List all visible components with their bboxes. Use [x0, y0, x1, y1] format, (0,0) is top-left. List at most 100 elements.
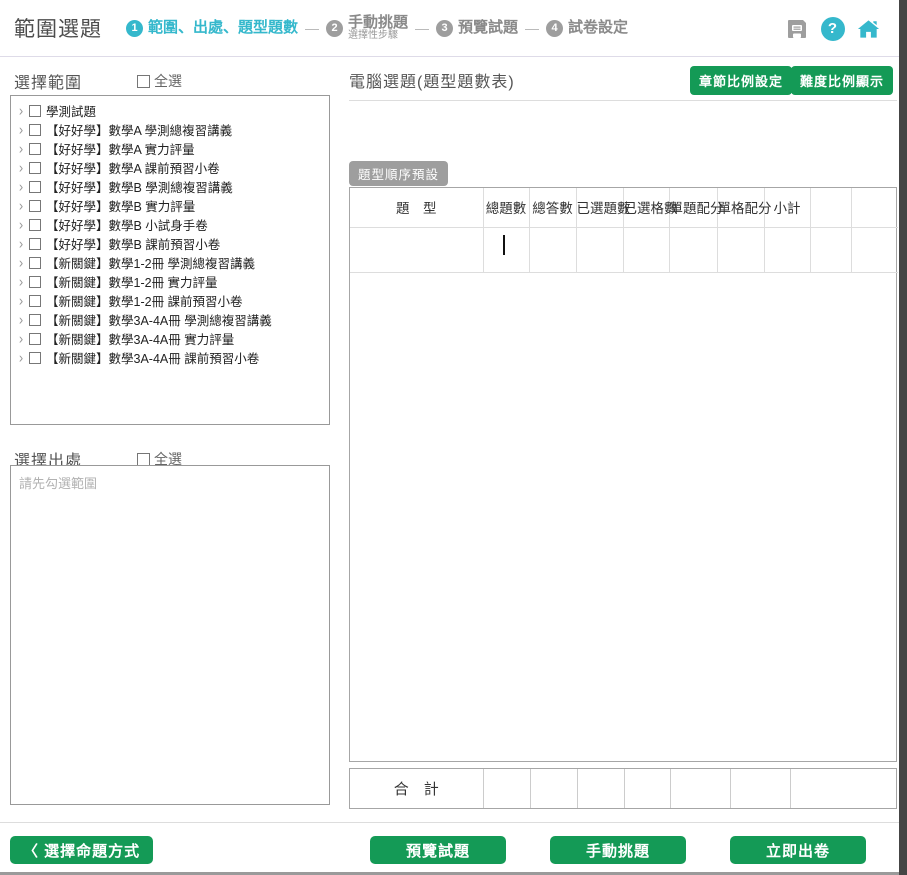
tree-item-label: 【新關鍵】數學1-2冊 實力評量: [46, 272, 218, 291]
source-select-all-checkbox[interactable]: [137, 453, 150, 466]
tree-expand-icon[interactable]: ›: [15, 121, 27, 138]
tree-expand-icon[interactable]: ›: [15, 140, 27, 157]
step-sublabel: 選擇性步驟: [348, 31, 408, 42]
tree-item-checkbox[interactable]: [29, 295, 41, 307]
tree-expand-icon[interactable]: ›: [15, 349, 27, 366]
tree-item-checkbox[interactable]: [29, 257, 41, 269]
step-item-4[interactable]: 4試卷設定: [546, 20, 628, 37]
tree-item[interactable]: › 【好好學】數學B 課前預習小卷: [11, 234, 329, 253]
range-title: 選擇範圍: [14, 69, 82, 93]
chapter-ratio-button[interactable]: 章節比例設定: [690, 66, 792, 95]
tree-item[interactable]: ›【新關鍵】數學3A-4A冊 課前預習小卷: [11, 348, 329, 367]
total-value-cell: [730, 769, 790, 808]
tree-expand-icon[interactable]: ›: [15, 273, 27, 290]
save-icon[interactable]: [784, 16, 809, 41]
preview-questions-button[interactable]: 預覽試題: [370, 836, 506, 864]
total-value-cell: [483, 769, 530, 808]
step-dash: —: [305, 20, 319, 36]
tree-item[interactable]: › 【新關鍵】數學1-2冊 課前預習小卷: [11, 291, 329, 310]
total-value-cell: [670, 769, 730, 808]
tree-expand-icon[interactable]: ›: [15, 197, 27, 214]
tree-expand-icon[interactable]: ›: [15, 254, 27, 271]
qtable-cell[interactable]: [529, 227, 576, 272]
window-scrollbar[interactable]: [899, 0, 907, 875]
tree-item-label: 【好好學】數學B 課前預習小卷: [46, 234, 220, 253]
qtable-cell[interactable]: [810, 227, 851, 272]
tree-expand-icon[interactable]: ›: [15, 102, 27, 119]
total-value-cell: [624, 769, 670, 808]
tree-expand-icon[interactable]: ›: [15, 178, 27, 195]
qtable-cell[interactable]: [576, 227, 623, 272]
tree-expand-icon[interactable]: ›: [15, 311, 27, 328]
step-item-3[interactable]: 3 預覽試題: [436, 20, 518, 37]
footer-bar: 〈 選擇命題方式 預覽試題 手動挑題 立即出卷: [0, 822, 899, 872]
home-icon[interactable]: [856, 16, 881, 41]
total-label-cell: 合 計: [350, 769, 483, 808]
qtable-cell[interactable]: [717, 227, 764, 272]
step-number-badge: 4: [546, 20, 563, 37]
range-select-all-checkbox[interactable]: [137, 75, 150, 88]
total-row-table: 合 計: [349, 768, 897, 809]
tree-item-checkbox[interactable]: [29, 162, 41, 174]
tree-item[interactable]: ›【新關鍵】數學1-2冊 學測總複習講義: [11, 253, 329, 272]
tree-item-checkbox[interactable]: [29, 219, 41, 231]
tree-item[interactable]: › 【新關鍵】數學1-2冊 實力評量: [11, 272, 329, 291]
tree-item-checkbox[interactable]: [29, 181, 41, 193]
step-dash: —: [415, 20, 429, 36]
qtable-cell[interactable]: [483, 227, 529, 272]
qtable-cell[interactable]: [851, 227, 898, 272]
total-row: 合 計: [350, 769, 896, 808]
tree-expand-icon[interactable]: ›: [15, 159, 27, 176]
step-number-badge: 1: [126, 20, 143, 37]
tree-item-label: 學測試題: [46, 101, 96, 120]
tree-item[interactable]: ›【新關鍵】數學3A-4A冊 實力評量: [11, 329, 329, 348]
tree-item-checkbox[interactable]: [29, 105, 41, 117]
tree-item-checkbox[interactable]: [29, 276, 41, 288]
generate-exam-button[interactable]: 立即出卷: [730, 836, 866, 864]
step-number-badge: 3: [436, 20, 453, 37]
tree-expand-icon[interactable]: ›: [15, 235, 27, 252]
tree-item[interactable]: ›【好好學】數學A 學測總複習講義: [11, 120, 329, 139]
qtable-body: [350, 227, 898, 272]
qtable-data-row: [350, 227, 898, 272]
tree-expand-icon[interactable]: ›: [15, 330, 27, 347]
source-list-box: 請先勾選範圍: [10, 465, 330, 805]
qtable-cell[interactable]: [623, 227, 669, 272]
order-preset-button[interactable]: 題型順序預設: [349, 161, 448, 186]
tree-item-checkbox[interactable]: [29, 124, 41, 136]
range-select-all[interactable]: 全選: [137, 71, 182, 91]
tree-item[interactable]: ›【好好學】數學A 課前預習小卷: [11, 158, 329, 177]
difficulty-ratio-button[interactable]: 難度比例顯示: [791, 66, 893, 95]
tree-item-checkbox[interactable]: [29, 238, 41, 250]
qtable-column-header: 題 型: [350, 188, 483, 227]
qtable-cell[interactable]: [669, 227, 717, 272]
tree-item-label: 【新關鍵】數學1-2冊 課前預習小卷: [46, 291, 243, 310]
tree-item-checkbox[interactable]: [29, 200, 41, 212]
tree-item[interactable]: › 【好好學】數學B 學測總複習講義: [11, 177, 329, 196]
manual-pick-button[interactable]: 手動挑題: [550, 836, 686, 864]
tree-item-label: 【好好學】數學B 學測總複習講義: [46, 177, 233, 196]
text-caret: [503, 235, 505, 255]
tree-item[interactable]: › 學測試題: [11, 101, 329, 120]
qtable-column-header: 總答數: [529, 188, 576, 227]
range-section-header: 選擇範圍 全選: [14, 69, 182, 93]
help-icon[interactable]: ?: [820, 16, 845, 41]
step-item-1[interactable]: 1範圍、出處、題型題數: [126, 20, 298, 37]
back-to-mode-button[interactable]: 〈 選擇命題方式: [10, 836, 153, 864]
tree-item-checkbox[interactable]: [29, 352, 41, 364]
tree-item-checkbox[interactable]: [29, 333, 41, 345]
tree-expand-icon[interactable]: ›: [15, 216, 27, 233]
tree-item[interactable]: ›【新關鍵】數學3A-4A冊 學測總複習講義: [11, 310, 329, 329]
step-label: 預覽試題: [458, 20, 518, 36]
tree-item-checkbox[interactable]: [29, 314, 41, 326]
step-item-2[interactable]: 2手動挑題選擇性步驟: [326, 15, 408, 41]
qtable-column-header: 單題配分: [669, 188, 717, 227]
tree-item-checkbox[interactable]: [29, 143, 41, 155]
tree-item[interactable]: ›【好好學】數學B 實力評量: [11, 196, 329, 215]
wizard-steps: 1範圍、出處、題型題數—2手動挑題選擇性步驟—3預覽試題—4試卷設定: [126, 15, 628, 41]
tree-item[interactable]: ›【好好學】數學A 實力評量: [11, 139, 329, 158]
qtable-cell[interactable]: [764, 227, 810, 272]
tree-expand-icon[interactable]: ›: [15, 292, 27, 309]
qtable-cell[interactable]: [350, 227, 483, 272]
tree-item[interactable]: ›【好好學】數學B 小試身手卷: [11, 215, 329, 234]
